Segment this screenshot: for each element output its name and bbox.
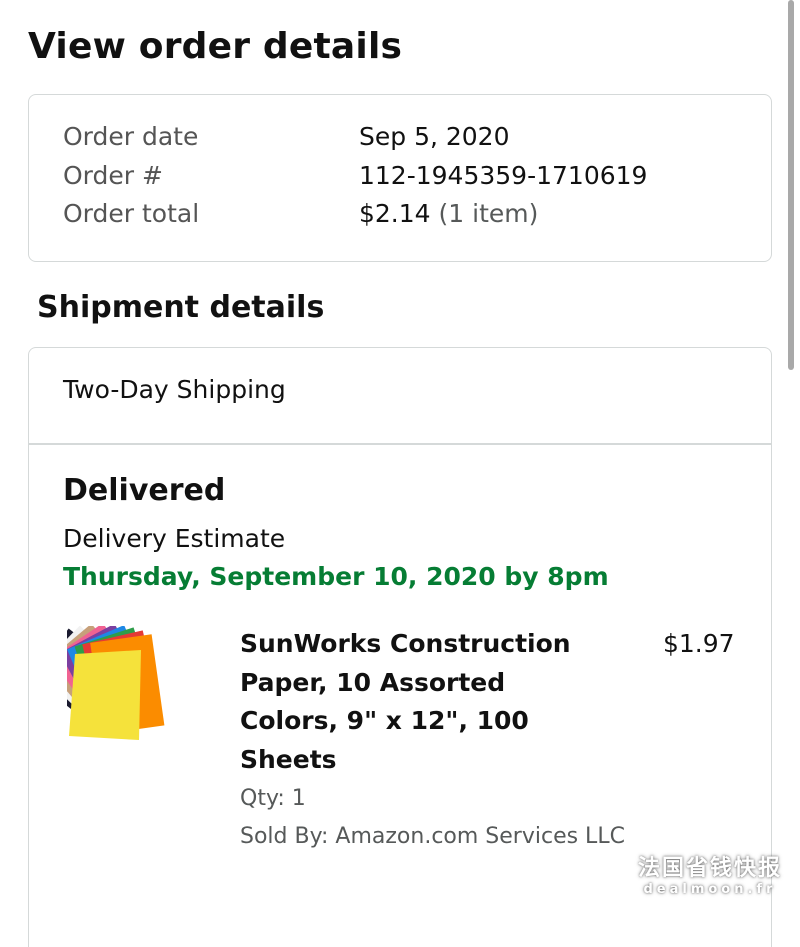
order-date-row: Order date Sep 5, 2020 [63,122,510,152]
divider [29,443,771,445]
product-title-link[interactable]: SunWorks Construction Paper, 10 Assorted… [240,625,610,779]
order-date-label: Order date [63,122,199,151]
construction-paper-stack-icon [30,623,165,740]
delivery-estimate-label: Delivery Estimate [63,524,286,553]
order-date-value: Sep 5, 2020 [359,122,510,151]
order-total-label: Order total [63,199,200,228]
order-total-row: Order total $2.14 (1 item) [63,199,538,229]
order-summary-card: Order date Sep 5, 2020 Order # 112-1945359… [28,94,772,262]
order-number-value: 112-1945359-1710619 [359,161,648,190]
delivery-estimate-date: Thursday, September 10, 2020 by 8pm [63,562,609,591]
scrollbar[interactable] [788,0,794,370]
watermark: 法国省钱快报 dealmoon.fr [638,856,782,898]
order-number-row: Order # 112-1945359-1710619 [63,161,647,191]
watermark-line-1: 法国省钱快报 [637,856,782,881]
order-number-label: Order # [63,161,163,190]
product-price: $1.97 [663,629,735,658]
product-image[interactable] [30,623,203,742]
watermark-line-2: dealmoon.fr [643,882,777,897]
product-quantity: Qty: 1 [240,786,306,811]
shipping-method: Two-Day Shipping [63,375,286,404]
shipment-section-title: Shipment details [37,290,325,325]
order-item-count: (1 item) [438,199,539,228]
page-title: View order details [28,26,403,67]
order-total-value: $2.14 [359,199,431,228]
product-seller: Sold By: Amazon.com Services LLC [240,824,625,849]
delivery-status: Delivered [63,473,226,508]
